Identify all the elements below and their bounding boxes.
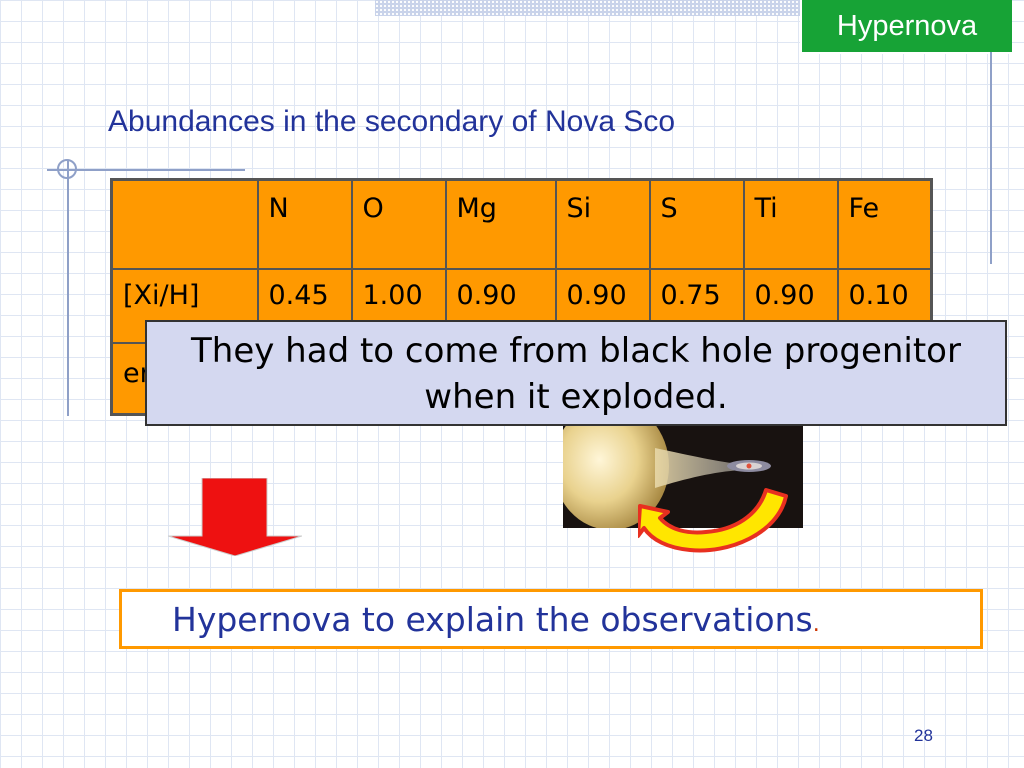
page-number: 28	[914, 726, 933, 745]
red-down-arrow-icon	[168, 478, 302, 556]
conclusion-text: Hypernova to explain the observations	[172, 600, 813, 639]
table-cell	[110, 178, 259, 270]
callout-line: when it exploded.	[424, 377, 728, 417]
decorative-line-right	[990, 52, 992, 264]
table-cell: O	[350, 178, 447, 270]
section-tag: Hypernova	[800, 0, 1012, 54]
callout-box: They had to come from black hole progeni…	[145, 320, 1007, 426]
table-cell: Fe	[836, 178, 933, 270]
crosshair-ornament	[57, 159, 77, 179]
table-cell: Ti	[742, 178, 839, 270]
slide-subtitle: Abundances in the secondary of Nova Sco	[108, 105, 676, 138]
table-cell: Mg	[444, 178, 557, 270]
top-decorative-strip	[375, 0, 800, 16]
callout-line: They had to come from black hole progeni…	[191, 331, 961, 371]
table-cell: Si	[554, 178, 651, 270]
table-cell: N	[256, 178, 353, 270]
decorative-line-left	[67, 160, 69, 416]
yellow-curved-arrow-icon	[638, 488, 788, 553]
table-cell: S	[648, 178, 745, 270]
table-header-row: N O Mg Si S Ti Fe	[110, 178, 933, 270]
conclusion-period: .	[812, 612, 820, 637]
conclusion-box: Hypernova to explain the observations.	[119, 589, 983, 649]
